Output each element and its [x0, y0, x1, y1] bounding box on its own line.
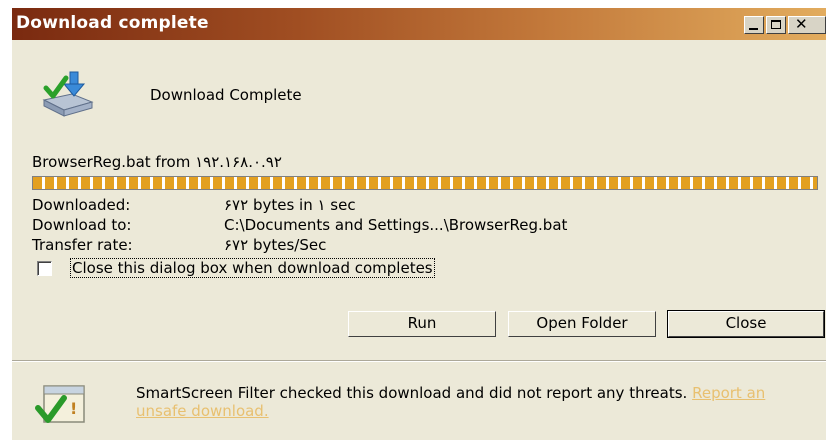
source-text: BrowserReg.bat from ۱۹۲.۱۶۸.۰.۹۲ [32, 153, 282, 171]
transfer-rate-label: Transfer rate: [32, 236, 133, 254]
download-complete-icon [42, 71, 94, 117]
maximize-button[interactable] [766, 16, 786, 34]
separator [12, 360, 826, 362]
downloaded-label: Downloaded: [32, 196, 131, 214]
run-button[interactable]: Run [348, 311, 496, 337]
progress-bar [32, 176, 818, 190]
close-icon: ✕ [795, 15, 808, 33]
smartscreen-text: SmartScreen Filter checked this download… [136, 384, 688, 402]
open-folder-button[interactable]: Open Folder [508, 311, 656, 337]
transfer-rate-value: ۶۷۲ bytes/Sec [224, 236, 327, 254]
download-heading: Download Complete [150, 86, 302, 104]
close-window-button[interactable]: ✕ [788, 15, 826, 34]
close-button[interactable]: Close [667, 310, 825, 338]
smartscreen-message: SmartScreen Filter checked this download… [136, 384, 786, 420]
close-on-complete-label[interactable]: Close this dialog box when download comp… [70, 258, 435, 278]
minimize-button[interactable] [744, 16, 764, 34]
svg-text:!: ! [70, 399, 77, 418]
download-to-label: Download to: [32, 216, 132, 234]
downloaded-value: ۶۷۲ bytes in ۱ sec [224, 196, 356, 214]
shield-check-icon: ! [35, 385, 85, 423]
title-bar[interactable]: Download complete ✕ [12, 8, 826, 40]
progress-fill [33, 177, 817, 189]
maximize-icon [771, 20, 781, 29]
minimize-icon [749, 28, 758, 30]
close-on-complete-checkbox[interactable] [37, 261, 52, 276]
download-dialog: Download complete ✕ Download Complete Br… [12, 8, 826, 440]
download-to-value: C:\Documents and Settings...\BrowserReg.… [224, 216, 568, 234]
window-title: Download complete [16, 13, 209, 33]
